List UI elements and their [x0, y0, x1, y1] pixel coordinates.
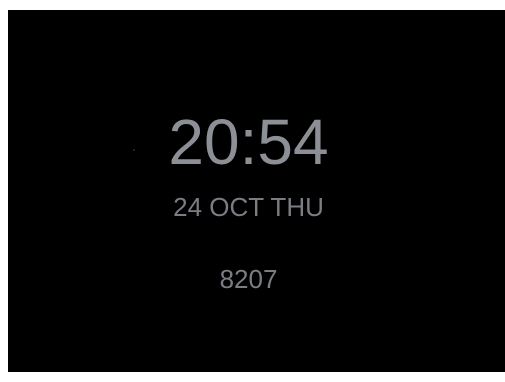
clock-date: 24 OCT THU: [173, 192, 324, 222]
clock-time: 20:54: [168, 106, 329, 178]
watch-screen: 20:54 24 OCT THU 8207: [8, 10, 505, 372]
step-count: 8207: [219, 264, 278, 294]
